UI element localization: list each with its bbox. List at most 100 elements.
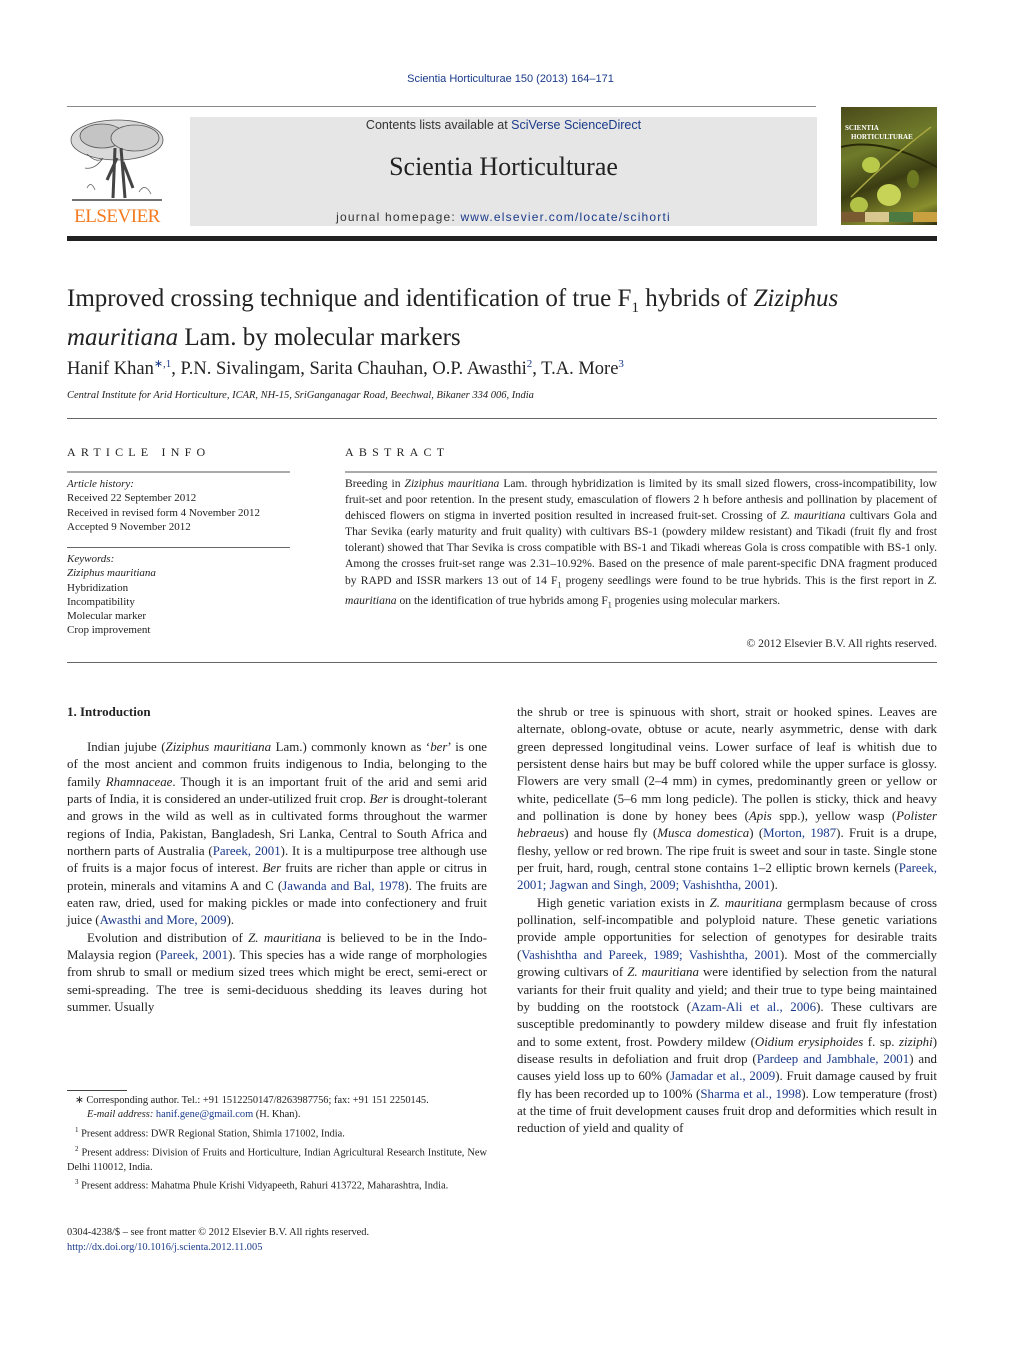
history-received: Received 22 September 2012 [67, 492, 197, 505]
abstract-heading: ABSTRACT [345, 445, 450, 459]
cover-title-line2: HORTICULTURAE [851, 133, 913, 141]
abstract-text: Breeding in Ziziphus mauritiana Lam. thr… [345, 476, 937, 613]
text: (H. Khan). [253, 1109, 301, 1121]
divider [67, 662, 937, 663]
title-italic: Ziziphus [753, 285, 839, 312]
title-italic: mauritiana [67, 324, 179, 351]
text: ) and house fly ( [564, 826, 658, 841]
doi-link[interactable]: http://dx.doi.org/10.1016/j.scienta.2012… [67, 1240, 507, 1255]
text: Lam.) commonly known as ‘ [271, 740, 431, 754]
history-accepted: Accepted 9 November 2012 [67, 520, 191, 533]
keyword: Crop improvement [67, 624, 151, 637]
divider [67, 547, 290, 548]
keywords: Keywords: Ziziphus mauritiana Hybridizat… [67, 552, 292, 638]
italic-text: ziziphi [899, 1034, 933, 1049]
citation-link[interactable]: Pareek, 2001 [160, 948, 228, 962]
sciencedirect-link[interactable]: SciVerse ScienceDirect [511, 118, 641, 132]
footnote-email: E-mail address: hanif.gene@gmail.com (H.… [67, 1108, 487, 1122]
keyword: Incompatibility [67, 595, 135, 608]
text: progeny seedlings were found to be true … [561, 573, 928, 587]
italic-text: ber [430, 740, 448, 754]
paragraph: Evolution and distribution of Z. mauriti… [67, 930, 487, 1017]
footnote-corresponding: ∗ Corresponding author. Tel.: +91 151225… [67, 1094, 487, 1108]
homepage-prefix: journal homepage: [336, 210, 461, 224]
copyright-notice: © 2012 Elsevier B.V. All rights reserved… [746, 637, 937, 650]
text: Present address: Mahatma Phule Krishi Vi… [78, 1180, 449, 1192]
italic-text: Z. mauritiana [627, 965, 699, 980]
text: Indian jujube ( [87, 740, 166, 754]
article-title: Improved crossing technique and identifi… [67, 284, 927, 353]
italic-text: Ber [262, 861, 282, 876]
italic-text: Ziziphus mauritiana [404, 477, 500, 490]
italic-text: Musca domestica [657, 826, 750, 841]
text: ). [226, 913, 235, 928]
citation-link[interactable]: Vashishtha and Pareek, 1989; Vashishtha,… [521, 948, 780, 962]
journal-citation-link[interactable]: Scientia Horticulturae 150 (2013) 164–17… [0, 73, 1021, 85]
history-revised: Received in revised form 4 November 2012 [67, 506, 261, 519]
text: the shrub or tree is spinuous with short… [517, 705, 937, 824]
italic-text: Ziziphus mauritiana [165, 740, 272, 754]
text: Corresponding author. Tel.: +91 15122501… [83, 1095, 429, 1106]
elsevier-wordmark: ELSEVIER [74, 206, 160, 227]
cover-title: SCIENTIA HORTICULTURAE [845, 124, 935, 142]
italic-text: E-mail address: [87, 1109, 156, 1121]
text: Evolution and distribution of [87, 930, 249, 945]
italic-text: Oidium erysiphoides [754, 1034, 864, 1049]
citation-link[interactable]: Awasthi and More, 2009 [100, 913, 227, 927]
journal-homepage-link[interactable]: www.elsevier.com/locate/scihorti [460, 210, 670, 224]
citation-link[interactable]: Jawanda and Bal, 1978 [282, 879, 404, 893]
author-name[interactable]: Hanif Khan [67, 359, 154, 379]
italic-text: Ber [369, 792, 389, 807]
paragraph: Indian jujube (Ziziphus mauritiana Lam.)… [67, 739, 487, 930]
title-text: Lam. by molecular markers [178, 324, 461, 351]
author-name[interactable]: , P.N. Sivalingam, Sarita Chauhan, O.P. … [171, 359, 526, 379]
journal-homepage-line: journal homepage: www.elsevier.com/locat… [190, 210, 817, 224]
citation-link[interactable]: Pareek, 2001 [213, 844, 281, 858]
citation-link[interactable]: Morton, 1987 [763, 826, 836, 840]
contents-prefix: Contents lists available at [365, 118, 512, 132]
footnote: 3 Present address: Mahatma Phule Krishi … [67, 1175, 487, 1194]
text: ∗ [75, 1095, 84, 1106]
contents-line: Contents lists available at SciVerse Sci… [190, 118, 817, 132]
keyword: Ziziphus mauritiana [67, 567, 156, 580]
text: spp.), yellow wasp ( [771, 809, 897, 824]
title-text: hybrids of [638, 285, 754, 312]
title-subscript: 1 [631, 300, 639, 316]
text: ) ( [749, 826, 764, 841]
divider [67, 418, 937, 419]
affiliation: Central Institute for Arid Horticulture,… [67, 390, 534, 401]
italic-text: Rhamnaceae [105, 774, 173, 789]
citation-link[interactable]: Azam-Ali et al., 2006 [691, 1000, 816, 1014]
text: High genetic variation exists in [537, 895, 710, 910]
author-footnote-mark[interactable]: ∗,1 [154, 358, 171, 370]
footnote: 2 Present address: Division of Fruits an… [67, 1142, 487, 1175]
text: Breeding in [345, 477, 405, 490]
footnote-rule [67, 1090, 127, 1091]
divider [345, 471, 937, 473]
text: Present address: DWR Regional Station, S… [78, 1128, 345, 1140]
paragraph: the shrub or tree is spinuous with short… [517, 704, 937, 895]
text: on the identification of true hybrids am… [396, 593, 608, 607]
body-column-left: Indian jujube (Ziziphus mauritiana Lam.)… [67, 739, 487, 1017]
cover-title-line1: SCIENTIA [845, 124, 879, 132]
issn-line: 0304-4238/$ – see front matter © 2012 El… [67, 1227, 370, 1238]
email-link[interactable]: hanif.gene@gmail.com [156, 1109, 253, 1120]
author-name[interactable]: , T.A. More [532, 359, 618, 379]
citation-link[interactable]: Pardeep and Jambhale, 2001 [757, 1052, 909, 1066]
keyword: Molecular marker [67, 610, 147, 623]
front-matter: 0304-4238/$ – see front matter © 2012 El… [67, 1225, 507, 1255]
header-divider [67, 106, 816, 107]
footnotes: ∗ Corresponding author. Tel.: +91 151225… [67, 1094, 487, 1194]
author-footnote-mark[interactable]: 3 [618, 358, 624, 370]
author-list: Hanif Khan∗,1, P.N. Sivalingam, Sarita C… [67, 357, 927, 380]
citation-link[interactable]: Sharma et al., 1998 [700, 1087, 801, 1101]
text: f. sp. [863, 1034, 900, 1049]
footnote: 1 Present address: DWR Regional Station,… [67, 1123, 487, 1142]
article-history: Article history: Received 22 September 2… [67, 477, 292, 534]
keywords-label: Keywords: [67, 553, 115, 565]
header-thick-rule [67, 236, 937, 241]
section-heading-introduction: 1. Introduction [67, 704, 151, 719]
text: progenies using molecular markers. [611, 593, 781, 607]
citation-link[interactable]: Jamadar et al., 2009 [670, 1069, 775, 1083]
paragraph: High genetic variation exists in Z. maur… [517, 895, 937, 1138]
